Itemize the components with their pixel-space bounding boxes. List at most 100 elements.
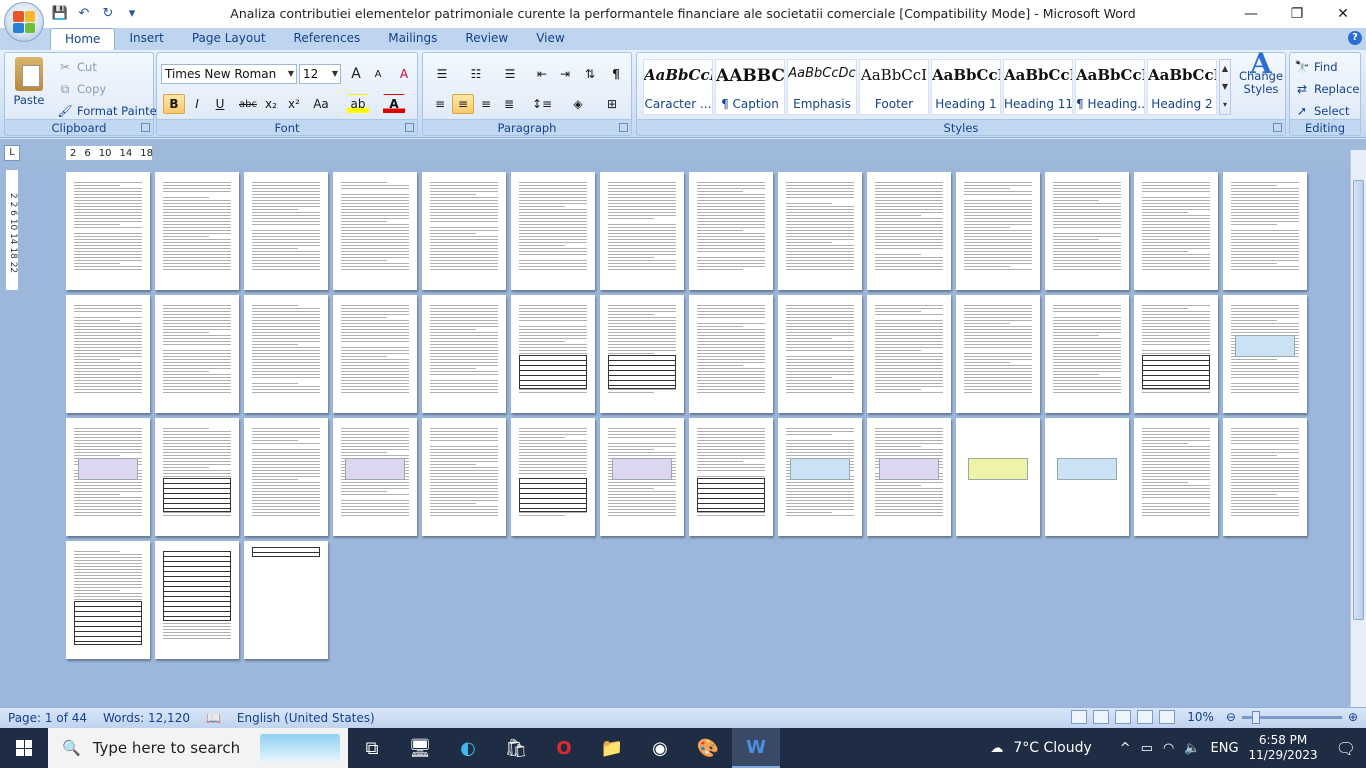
font-launcher-icon[interactable] [405,123,414,132]
align-center-icon[interactable]: ≡ [452,94,474,114]
page-thumbnail[interactable] [66,295,150,413]
shrink-font-button[interactable]: A [367,64,389,84]
select-button[interactable]: ➚ Select [1294,103,1350,119]
page-thumbnail[interactable] [244,541,328,659]
page-thumbnail[interactable] [1134,418,1218,536]
paragraph-launcher-icon[interactable] [619,123,628,132]
opera-icon[interactable]: O [540,728,588,768]
page-thumbnail[interactable] [867,295,951,413]
zoom-slider[interactable] [1241,710,1342,724]
scroll-thumb[interactable] [1353,180,1364,620]
page-thumbnail[interactable] [1045,295,1129,413]
battery-icon[interactable]: ▭ [1141,741,1153,756]
styles-scroll[interactable]: ▲ ▼ ▾ [1219,59,1231,115]
store-icon[interactable]: 🛍 [492,728,540,768]
tab-review[interactable]: Review [451,28,522,50]
save-icon[interactable]: 💾 [50,4,70,22]
borders-icon[interactable]: ⊞ [597,94,627,114]
page-thumbnail[interactable] [956,295,1040,413]
chrome-icon[interactable]: ◉ [636,728,684,768]
increase-indent-icon[interactable]: ⇥ [554,64,576,84]
page-thumbnail[interactable] [511,172,595,290]
zoom-level[interactable]: 10% [1187,710,1214,724]
page-thumbnail[interactable] [244,295,328,413]
taskbar-search[interactable]: 🔍 Type here to search [48,728,348,768]
style-emphasis[interactable]: AaBbCcDc Emphasis [787,59,857,115]
page-thumbnail[interactable] [66,418,150,536]
format-painter-button[interactable]: 🖌 Format Painter [57,103,161,119]
show-formatting-button[interactable]: ¶ [605,64,627,84]
proofing-icon[interactable]: 📖 [198,711,229,725]
bullets-icon[interactable]: ☰ [427,64,457,84]
style-heading-para[interactable]: AaBbCcI ¶ Heading... [1075,59,1145,115]
restore-button[interactable]: ❐ [1274,0,1320,28]
font-name-combo[interactable]: Times New Roman ▼ [161,64,297,84]
page-thumbnail[interactable] [422,418,506,536]
italic-button[interactable]: I [186,94,208,114]
page-thumbnail[interactable] [1223,295,1307,413]
justify-icon[interactable]: ≣ [498,94,520,114]
page-thumbnail[interactable] [244,172,328,290]
align-left-icon[interactable]: ≡ [429,94,451,114]
style-caracter[interactable]: AaBbCcI Caracter ... [643,59,713,115]
line-spacing-icon[interactable]: ↕≡ [527,94,557,114]
page-thumbnail[interactable] [1134,295,1218,413]
tab-page-layout[interactable]: Page Layout [178,28,280,50]
tab-home[interactable]: Home [50,28,116,50]
grow-font-button[interactable]: A [345,64,367,84]
outline-icon[interactable] [1137,710,1154,724]
language[interactable]: English (United States) [229,711,383,725]
horizontal-ruler[interactable]: 2 6 10 14 18 [66,146,153,160]
page-thumbnail[interactable] [778,295,862,413]
page-thumbnail[interactable] [244,418,328,536]
tab-mailings[interactable]: Mailings [374,28,451,50]
page-thumbnail[interactable] [422,172,506,290]
page-thumbnail[interactable] [155,172,239,290]
page-thumbnail[interactable] [511,418,595,536]
find-button[interactable]: 🔭 Find [1294,59,1338,75]
decrease-indent-icon[interactable]: ⇤ [531,64,553,84]
strikethrough-button[interactable]: abc [237,94,259,114]
page-thumbnail[interactable] [689,172,773,290]
page-thumbnail[interactable] [1045,418,1129,536]
superscript-button[interactable]: x² [283,94,305,114]
tab-selector[interactable]: L [4,145,20,161]
page-thumbnail[interactable] [333,172,417,290]
font-color-button[interactable]: A [383,94,405,114]
zoom-out-icon[interactable]: ⊖ [1226,710,1236,724]
tab-view[interactable]: View [522,28,578,50]
multilevel-list-icon[interactable]: ☰ [495,64,525,84]
page-thumbnail[interactable] [66,172,150,290]
tab-references[interactable]: References [280,28,375,50]
close-button[interactable]: ✕ [1320,0,1366,28]
clipboard-launcher-icon[interactable] [141,123,150,132]
vertical-scrollbar[interactable] [1350,150,1366,707]
input-language[interactable]: ENG [1211,741,1239,756]
cut-button[interactable]: ✂ Cut [57,59,97,75]
help-icon[interactable]: ? [1348,31,1362,45]
chevron-up-icon[interactable]: ^ [1120,741,1131,756]
zoom-knob[interactable] [1251,710,1260,724]
paint-icon[interactable]: 🎨 [684,728,732,768]
change-styles-button[interactable]: A Change Styles [1237,50,1285,96]
volume-icon[interactable]: 🔈 [1184,741,1200,756]
file-explorer-icon[interactable]: 📁 [588,728,636,768]
clock[interactable]: 6:58 PM 11/29/2023 [1249,733,1318,763]
office-button[interactable] [4,2,44,42]
page-thumbnail[interactable] [155,541,239,659]
shading-icon[interactable]: ◈ [563,94,593,114]
page-thumbnail[interactable] [1134,172,1218,290]
page-thumbnail[interactable] [600,172,684,290]
page-thumbnail[interactable] [778,418,862,536]
web-layout-icon[interactable] [1115,710,1132,724]
word-count[interactable]: Words: 12,120 [95,711,198,725]
bold-button[interactable]: B [163,94,185,114]
style-caption[interactable]: AABBC ¶ Caption [715,59,785,115]
page-thumbnail[interactable] [689,418,773,536]
change-case-button[interactable]: Aa [307,94,335,114]
page-thumbnail[interactable] [1045,172,1129,290]
underline-button[interactable]: U [209,94,231,114]
page-thumbnail[interactable] [66,541,150,659]
page-thumbnail[interactable] [778,172,862,290]
notifications-icon[interactable]: 🗨 [1336,739,1356,758]
